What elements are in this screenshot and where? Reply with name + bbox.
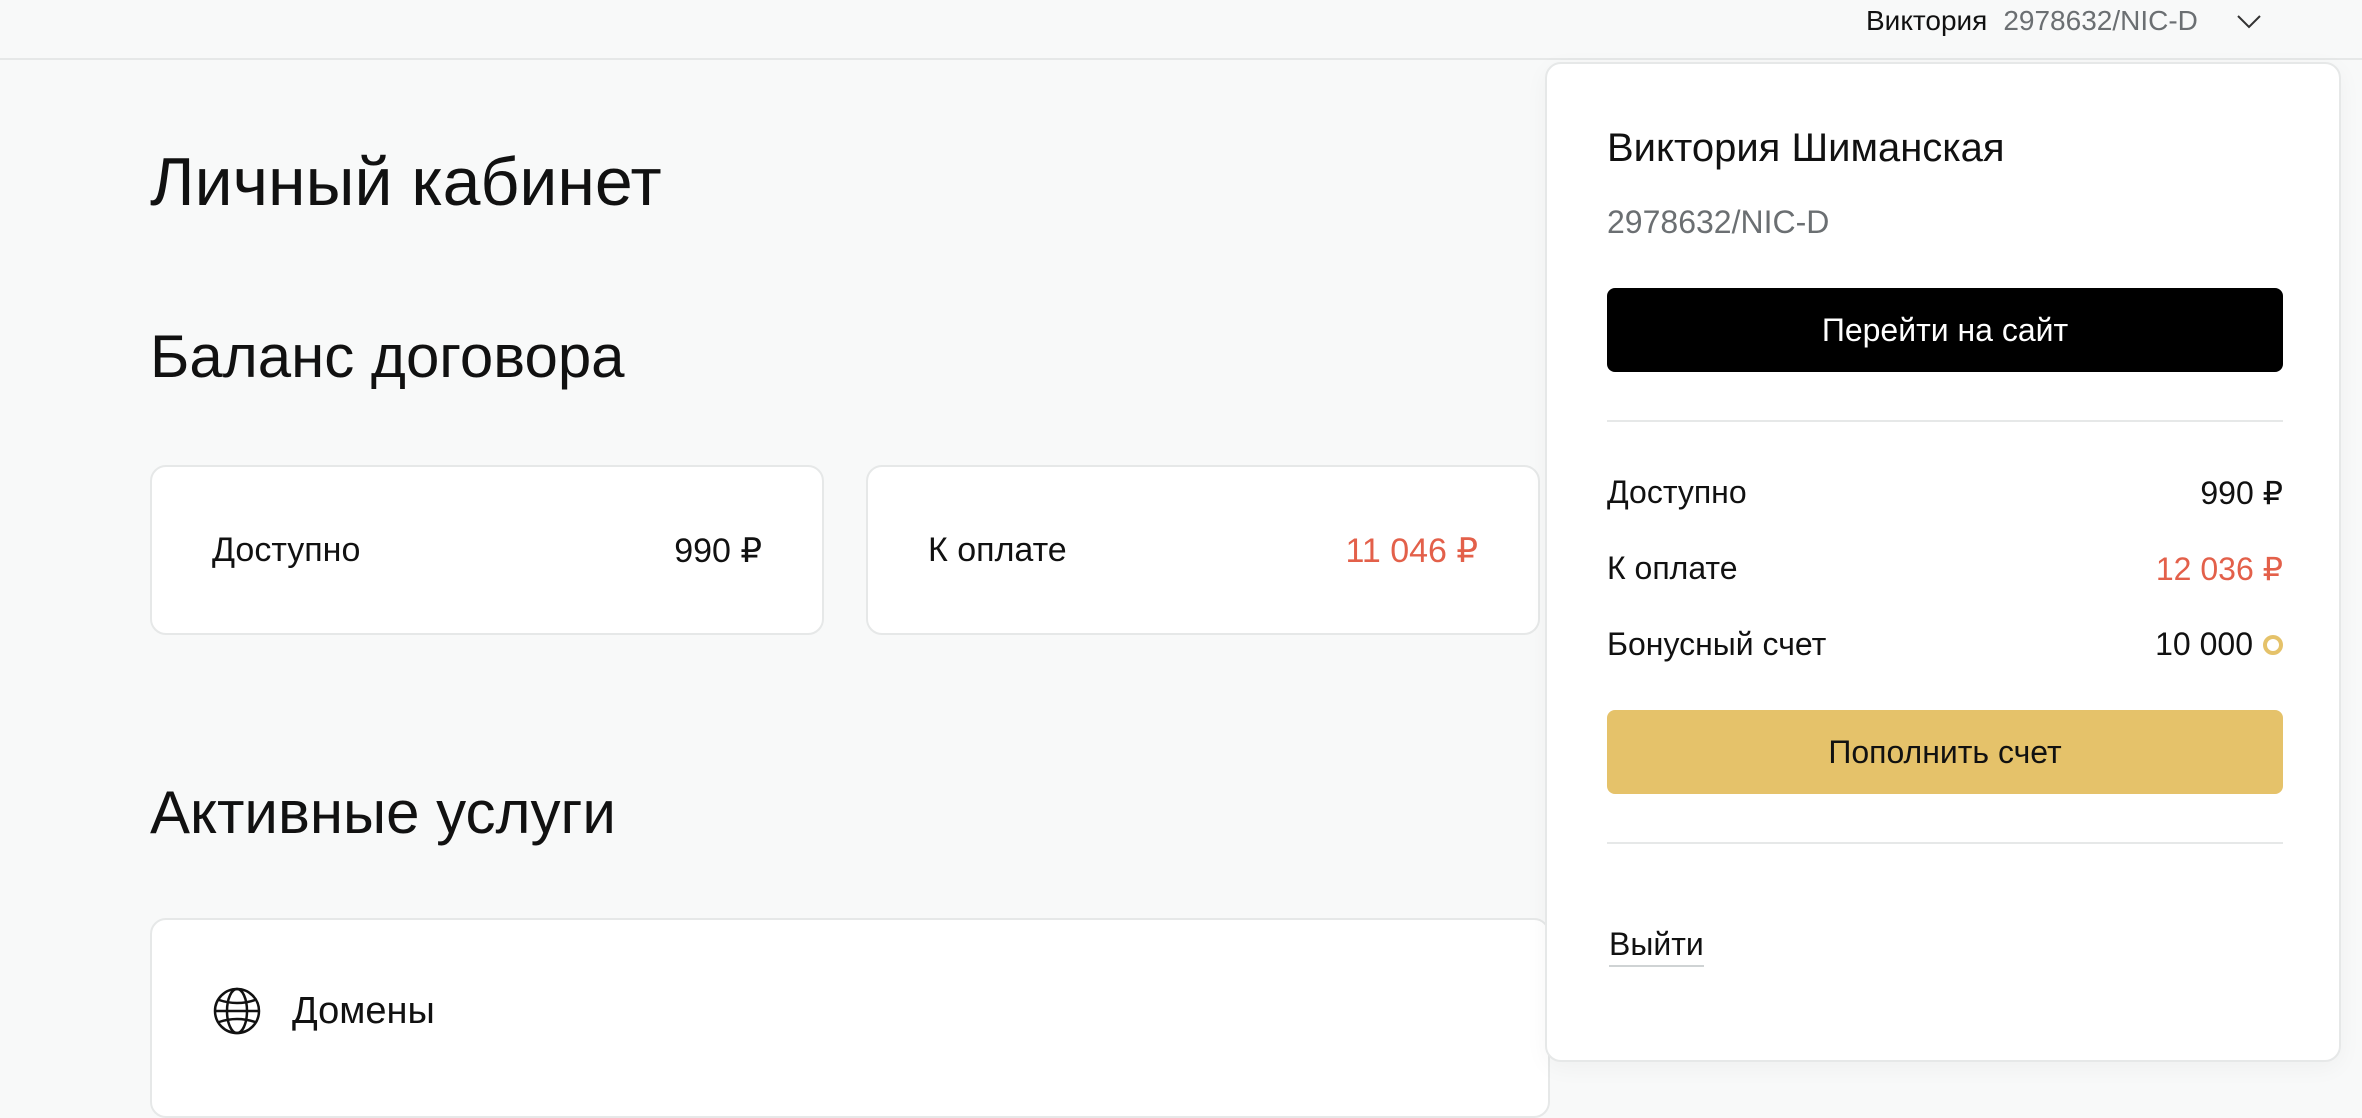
balance-card-value: 11 046 ₽ [1345,532,1478,570]
balance-section-title: Баланс договора [150,323,625,390]
panel-row-label: Бонусный счет [1607,626,1827,662]
panel-row-label: К оплате [1607,550,1738,586]
divider [1607,420,2283,422]
panel-row-value: 990 ₽ [2200,474,2283,512]
top-up-button[interactable]: Пополнить счет [1607,710,2283,794]
panel-row-label: Доступно [1607,474,1747,510]
balance-card-label: К оплате [928,531,1067,569]
account-contract-id: 2978632/NIC-D [1607,204,1830,240]
balance-card-label: Доступно [212,531,361,569]
panel-row-to-pay: К оплате 12 036 ₽ [1607,550,2283,590]
panel-row-value-text: 10 000 [2155,626,2253,662]
account-switcher[interactable]: Виктория 2978632/NIC-D [1866,5,2264,36]
account-switcher-contract-id: 2978632/NIC-D [2003,5,2198,36]
balance-card-value: 990 ₽ [674,532,762,570]
panel-row-value: 12 036 ₽ [2156,550,2283,588]
panel-row-available: Доступно 990 ₽ [1607,474,2283,514]
divider [1607,842,2283,844]
service-card-domains[interactable]: Домены [150,918,1550,1118]
panel-row-bonus: Бонусный счет 10 000 [1607,626,2283,666]
service-label: Домены [292,990,435,1032]
coin-icon [2263,634,2283,655]
services-section-title: Активные услуги [150,779,616,846]
page-title: Личный кабинет [150,144,662,220]
panel-row-value-text: 12 036 ₽ [2155,551,2283,587]
account-dropdown-panel: Виктория Шиманская 2978632/NIC-D Перейти… [1545,62,2341,1062]
panel-row-value-text: 990 ₽ [2200,475,2283,511]
go-to-site-button[interactable]: Перейти на сайт [1607,288,2283,372]
account-switcher-name: Виктория [1866,5,1988,36]
logout-link[interactable]: Выйти [1609,926,1704,967]
account-full-name: Виктория Шиманская [1607,126,2005,170]
balance-card-available: Доступно 990 ₽ [150,465,824,635]
top-bar: Виктория 2978632/NIC-D [0,0,2362,60]
globe-icon [213,987,261,1035]
balance-card-to-pay: К оплате 11 046 ₽ [866,465,1540,635]
panel-row-value: 10 000 [2155,626,2283,663]
chevron-down-icon[interactable] [2234,6,2264,36]
